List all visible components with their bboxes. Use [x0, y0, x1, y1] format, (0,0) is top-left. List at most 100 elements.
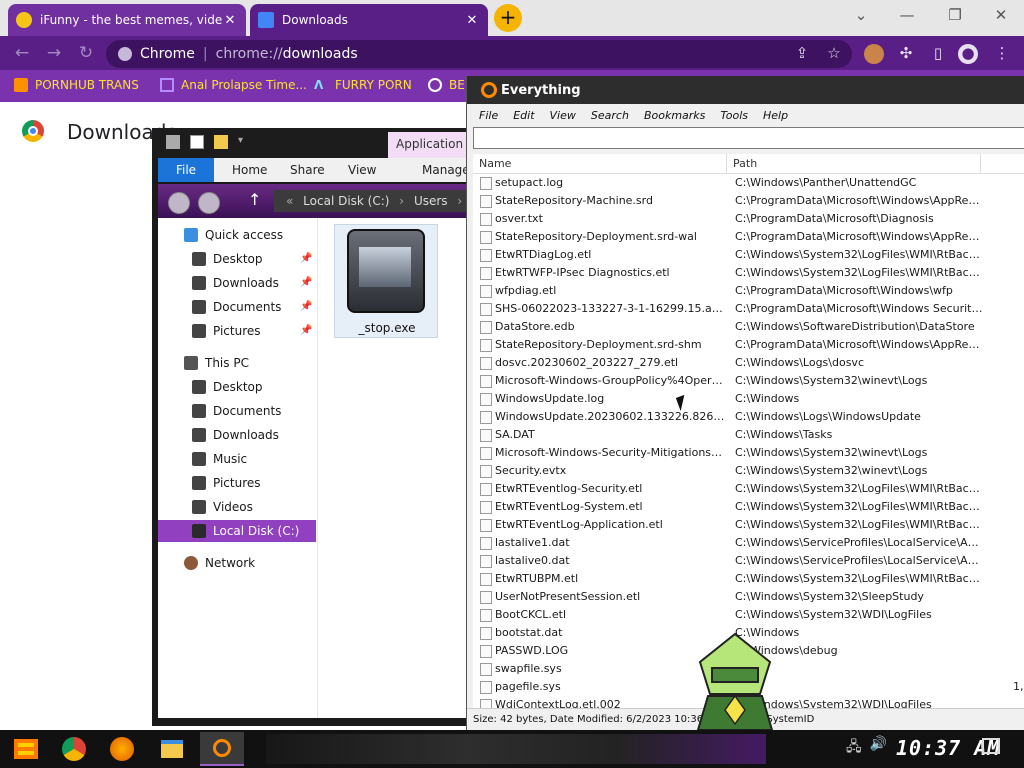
- breadcrumb-item[interactable]: Local Disk (C:): [303, 194, 389, 208]
- pin-icon[interactable]: 📌: [300, 277, 312, 288]
- result-row[interactable]: osver.txt C:\ProgramData\Microsoft\Diagno…: [473, 210, 1024, 228]
- forward-icon[interactable]: →: [42, 42, 66, 66]
- result-row[interactable]: EtwRTEventLog-Application.etl C:\Windows\…: [473, 516, 1024, 534]
- minimize-icon[interactable]: —: [884, 4, 930, 28]
- breadcrumb-item[interactable]: Users: [414, 194, 448, 208]
- nav-quick-access[interactable]: Quick access: [184, 224, 283, 246]
- pin-icon[interactable]: 📌: [300, 301, 312, 312]
- volume-icon[interactable]: 🔊: [870, 736, 887, 760]
- pin-icon[interactable]: 📌: [300, 253, 312, 264]
- result-row[interactable]: EtwRTUBPM.etl C:\Windows\System32\LogFile…: [473, 570, 1024, 588]
- result-row[interactable]: SA.DAT C:\Windows\Tasks: [473, 426, 1024, 444]
- column-path[interactable]: Path: [727, 154, 981, 174]
- taskbar-chrome[interactable]: [52, 732, 96, 766]
- back-icon[interactable]: ←: [10, 42, 34, 66]
- result-row[interactable]: UserNotPresentSession.etl C:\Windows\Syst…: [473, 588, 1024, 606]
- result-row[interactable]: EtwRTEventlog-Security.etl C:\Windows\Sys…: [473, 480, 1024, 498]
- chevron-down-icon[interactable]: ⌄: [838, 4, 884, 28]
- result-row[interactable]: lastalive0.dat C:\Windows\ServiceProfiles…: [473, 552, 1024, 570]
- result-row[interactable]: wfpdiag.etl C:\ProgramData\Microsoft\Wind…: [473, 282, 1024, 300]
- result-row[interactable]: WindowsUpdate.20230602.133226.826.1.etl C…: [473, 408, 1024, 426]
- puzzle-icon[interactable]: ✣: [896, 44, 916, 64]
- start-button[interactable]: [4, 732, 48, 766]
- bookmark-4[interactable]: BE: [428, 78, 465, 92]
- back-icon[interactable]: [168, 192, 190, 214]
- close-tab-icon[interactable]: ✕: [222, 13, 238, 28]
- disk-icon[interactable]: [166, 135, 180, 149]
- nav-qa-documents[interactable]: Documents: [192, 296, 281, 318]
- checkbox-icon[interactable]: [190, 135, 204, 149]
- file-item[interactable]: _stop.exe: [334, 224, 438, 338]
- nav-this-pc[interactable]: This PC: [184, 352, 249, 374]
- menu-file[interactable]: File: [479, 109, 498, 122]
- folder-icon[interactable]: [214, 135, 228, 149]
- result-row[interactable]: lastalive1.dat C:\Windows\ServiceProfiles…: [473, 534, 1024, 552]
- bookmark-2[interactable]: Anal Prolapse Time...: [160, 78, 307, 92]
- chevron-down-icon[interactable]: ▾: [238, 135, 252, 149]
- close-tab-icon[interactable]: ✕: [464, 13, 480, 28]
- result-row[interactable]: BootCKCL.etl C:\Windows\System32\WDI\LogF…: [473, 606, 1024, 624]
- taskbar-everything[interactable]: [200, 732, 244, 766]
- forward-icon[interactable]: [198, 192, 220, 214]
- notification-icon[interactable]: [982, 738, 1000, 754]
- ribbon-tab-home[interactable]: Home: [222, 158, 277, 182]
- menu-dots-icon[interactable]: ⋮: [992, 44, 1012, 64]
- result-row[interactable]: EtwRTDiagLog.etl C:\Windows\System32\LogF…: [473, 246, 1024, 264]
- result-row[interactable]: StateRepository-Machine.srd C:\ProgramDat…: [473, 192, 1024, 210]
- pin-icon[interactable]: 📌: [300, 325, 312, 336]
- nav-qa-downloads[interactable]: Downloads: [192, 272, 279, 294]
- result-row[interactable]: StateRepository-Deployment.srd-wal C:\Pro…: [473, 228, 1024, 246]
- result-row[interactable]: Microsoft-Windows-Security-Mitigations%4…: [473, 444, 1024, 462]
- menu-edit[interactable]: Edit: [513, 109, 534, 122]
- nav-pc-music[interactable]: Music: [192, 448, 247, 470]
- result-row[interactable]: dosvc.20230602_203227_279.etl C:\Windows\…: [473, 354, 1024, 372]
- nav-qa-desktop[interactable]: Desktop: [192, 248, 263, 270]
- new-tab-button[interactable]: +: [494, 4, 522, 32]
- result-row[interactable]: Security.evtx C:\Windows\System32\winevt\…: [473, 462, 1024, 480]
- search-input[interactable]: [473, 127, 1024, 149]
- nav-qa-pictures[interactable]: Pictures: [192, 320, 261, 342]
- results-list[interactable]: setupact.log C:\Windows\Panther\UnattendG…: [473, 174, 1024, 708]
- nav-pc-pictures[interactable]: Pictures: [192, 472, 261, 494]
- side-panel-icon[interactable]: ▯: [928, 44, 948, 64]
- nav-pc-documents[interactable]: Documents: [192, 400, 281, 422]
- menu-bookmarks[interactable]: Bookmarks: [644, 109, 705, 122]
- reload-icon[interactable]: ↻: [74, 42, 98, 66]
- result-row[interactable]: WindowsUpdate.log C:\Windows: [473, 390, 1024, 408]
- network-icon[interactable]: 🖧: [846, 736, 862, 760]
- menu-help[interactable]: Help: [763, 109, 788, 122]
- menu-search[interactable]: Search: [591, 109, 629, 122]
- star-icon[interactable]: ☆: [824, 44, 844, 64]
- nav-pc-downloads[interactable]: Downloads: [192, 424, 279, 446]
- site-info-icon[interactable]: [118, 47, 132, 61]
- extension-avatar-icon[interactable]: [864, 44, 884, 64]
- share-icon[interactable]: ⇪: [792, 44, 812, 64]
- nav-pc-desktop[interactable]: Desktop: [192, 376, 263, 398]
- result-row[interactable]: EtwRTEventLog-System.etl C:\Windows\Syste…: [473, 498, 1024, 516]
- up-arrow-icon[interactable]: ↑: [248, 190, 261, 209]
- nav-local-disk[interactable]: Local Disk (C:): [158, 520, 316, 542]
- path-breadcrumb[interactable]: « Local Disk (C:) › Users › A: [274, 190, 470, 212]
- result-row[interactable]: EtwRTWFP-IPsec Diagnostics.etl C:\Windows…: [473, 264, 1024, 282]
- menu-tools[interactable]: Tools: [720, 109, 748, 122]
- ribbon-tab-file[interactable]: File: [158, 158, 214, 182]
- result-row[interactable]: DataStore.edb C:\Windows\SoftwareDistribu…: [473, 318, 1024, 336]
- taskbar-file-explorer[interactable]: [150, 732, 194, 766]
- tab-downloads[interactable]: Downloads ✕: [250, 4, 488, 36]
- close-window-icon[interactable]: ✕: [978, 4, 1024, 28]
- profile-icon[interactable]: ●: [958, 44, 978, 64]
- result-row[interactable]: setupact.log C:\Windows\Panther\UnattendG…: [473, 174, 1024, 192]
- nav-network[interactable]: Network: [184, 552, 255, 574]
- bookmark-1[interactable]: PORNHUB TRANS: [14, 78, 139, 92]
- tab-ifunny[interactable]: iFunny - the best memes, videos ✕: [8, 4, 246, 36]
- application-tools-tab[interactable]: Application T: [388, 132, 470, 158]
- result-row[interactable]: StateRepository-Deployment.srd-shm C:\Pro…: [473, 336, 1024, 354]
- taskbar-firefox[interactable]: [100, 732, 144, 766]
- column-name[interactable]: Name: [473, 154, 727, 174]
- ribbon-tab-share[interactable]: Share: [280, 158, 335, 182]
- result-row[interactable]: SHS-06022023-133227-3-1-16299.15.amd64f.…: [473, 300, 1024, 318]
- result-row[interactable]: Microsoft-Windows-GroupPolicy%4Operation…: [473, 372, 1024, 390]
- menu-view[interactable]: View: [550, 109, 576, 122]
- restore-icon[interactable]: ❐: [932, 4, 978, 28]
- nav-pc-videos[interactable]: Videos: [192, 496, 253, 518]
